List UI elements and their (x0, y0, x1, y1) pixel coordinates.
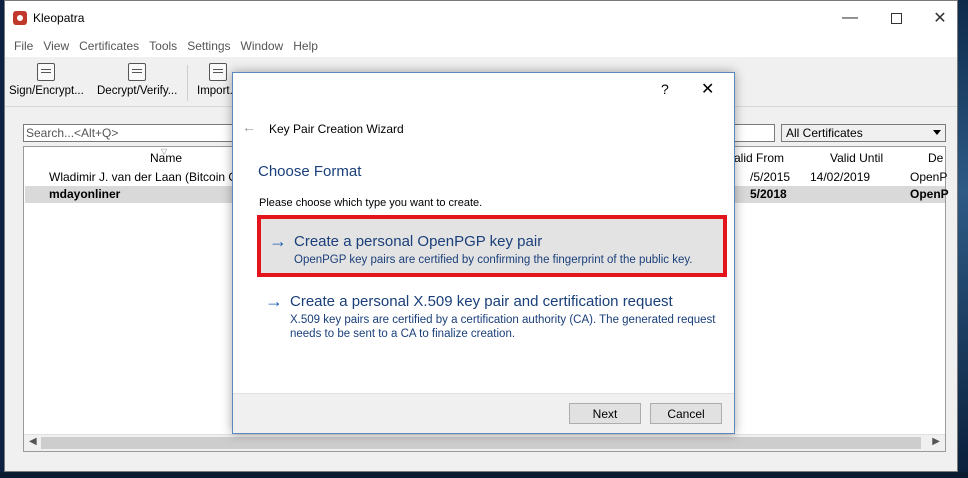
table-row-valid-from[interactable]: 5/2018 (750, 187, 787, 201)
table-row-valid-from[interactable]: /5/2015 (750, 170, 790, 184)
toolbar-separator (187, 65, 188, 101)
search-input[interactable]: Search...<Alt+Q> (23, 124, 263, 142)
maximize-button[interactable] (873, 1, 919, 35)
table-row-name[interactable]: mdayonliner (49, 187, 120, 201)
help-button[interactable]: ? (661, 81, 669, 97)
sign-encrypt-button[interactable]: Sign/Encrypt... (9, 63, 84, 103)
search-input-extension[interactable] (731, 124, 775, 142)
cancel-button[interactable]: Cancel (650, 403, 722, 424)
close-window-button[interactable]: ✕ (917, 1, 963, 35)
table-row-details[interactable]: OpenP (910, 187, 949, 201)
back-arrow-icon[interactable]: ← (242, 119, 256, 135)
next-button[interactable]: Next (569, 403, 641, 424)
column-header-details[interactable]: De (928, 151, 943, 165)
column-header-valid-from[interactable]: alid From (734, 151, 784, 165)
app-icon (13, 11, 27, 25)
taskbar-edge (0, 472, 968, 478)
column-header-name[interactable]: Name (150, 151, 182, 165)
menu-settings[interactable]: Settings (182, 39, 235, 53)
scroll-right-icon[interactable]: ▶ (932, 436, 940, 447)
instruction-text: Please choose which type you want to cre… (259, 197, 483, 209)
menu-certificates[interactable]: Certificates (74, 39, 144, 53)
scroll-left-icon[interactable]: ◀ (29, 436, 37, 447)
sign-encrypt-icon (37, 63, 56, 81)
key-pair-wizard-dialog: ? ✕ ← Key Pair Creation Wizard Choose Fo… (232, 72, 735, 434)
decrypt-verify-button[interactable]: Decrypt/Verify... (97, 63, 177, 103)
option-title: Create a personal OpenPGP key pair (294, 233, 543, 250)
dialog-footer: Next Cancel (233, 393, 734, 433)
page-heading: Choose Format (258, 163, 362, 180)
menu-file[interactable]: File (9, 39, 38, 53)
decrypt-verify-label: Decrypt/Verify... (97, 85, 178, 97)
window-title: Kleopatra (33, 11, 85, 25)
table-row-valid-until[interactable]: 14/02/2019 (810, 170, 870, 184)
table-row-details[interactable]: OpenP (910, 170, 947, 184)
option-x509-key-pair[interactable]: → Create a personal X.509 key pair and c… (257, 289, 727, 349)
arrow-right-icon: → (269, 231, 287, 251)
decrypt-verify-icon (128, 63, 147, 81)
import-icon (209, 63, 228, 81)
menu-window[interactable]: Window (236, 39, 289, 53)
option-title: Create a personal X.509 key pair and cer… (290, 293, 673, 310)
menu-view[interactable]: View (38, 39, 74, 53)
menu-help[interactable]: Help (288, 39, 323, 53)
horizontal-scrollbar[interactable]: ◀ ▶ (24, 434, 945, 451)
option-description: X.509 key pairs are certified by a certi… (290, 314, 716, 340)
maximize-icon (890, 12, 902, 24)
sign-encrypt-label: Sign/Encrypt... (9, 85, 84, 97)
option-description: OpenPGP key pairs are certified by confi… (294, 254, 693, 266)
menu-tools[interactable]: Tools (144, 39, 182, 53)
dialog-title: Key Pair Creation Wizard (269, 122, 404, 136)
menu-bar: File View Certificates Tools Settings Wi… (5, 35, 957, 57)
arrow-right-icon: → (265, 291, 283, 311)
minimize-button[interactable]: — (827, 1, 873, 35)
dialog-close-button[interactable]: ✕ (701, 79, 714, 99)
dropdown-arrow-icon (933, 130, 941, 135)
option-openpgp-key-pair[interactable]: → Create a personal OpenPGP key pair Ope… (257, 215, 727, 277)
desktop-edge-right (958, 0, 968, 478)
certificate-filter-select[interactable]: All Certificates (781, 124, 946, 142)
table-row-name[interactable]: Wladimir J. van der Laan (Bitcoin Co (49, 170, 244, 184)
column-header-valid-until[interactable]: Valid Until (830, 151, 883, 165)
filter-selected-value: All Certificates (786, 126, 863, 140)
scrollbar-thumb[interactable] (41, 437, 921, 449)
title-bar: Kleopatra — ✕ (5, 1, 957, 35)
